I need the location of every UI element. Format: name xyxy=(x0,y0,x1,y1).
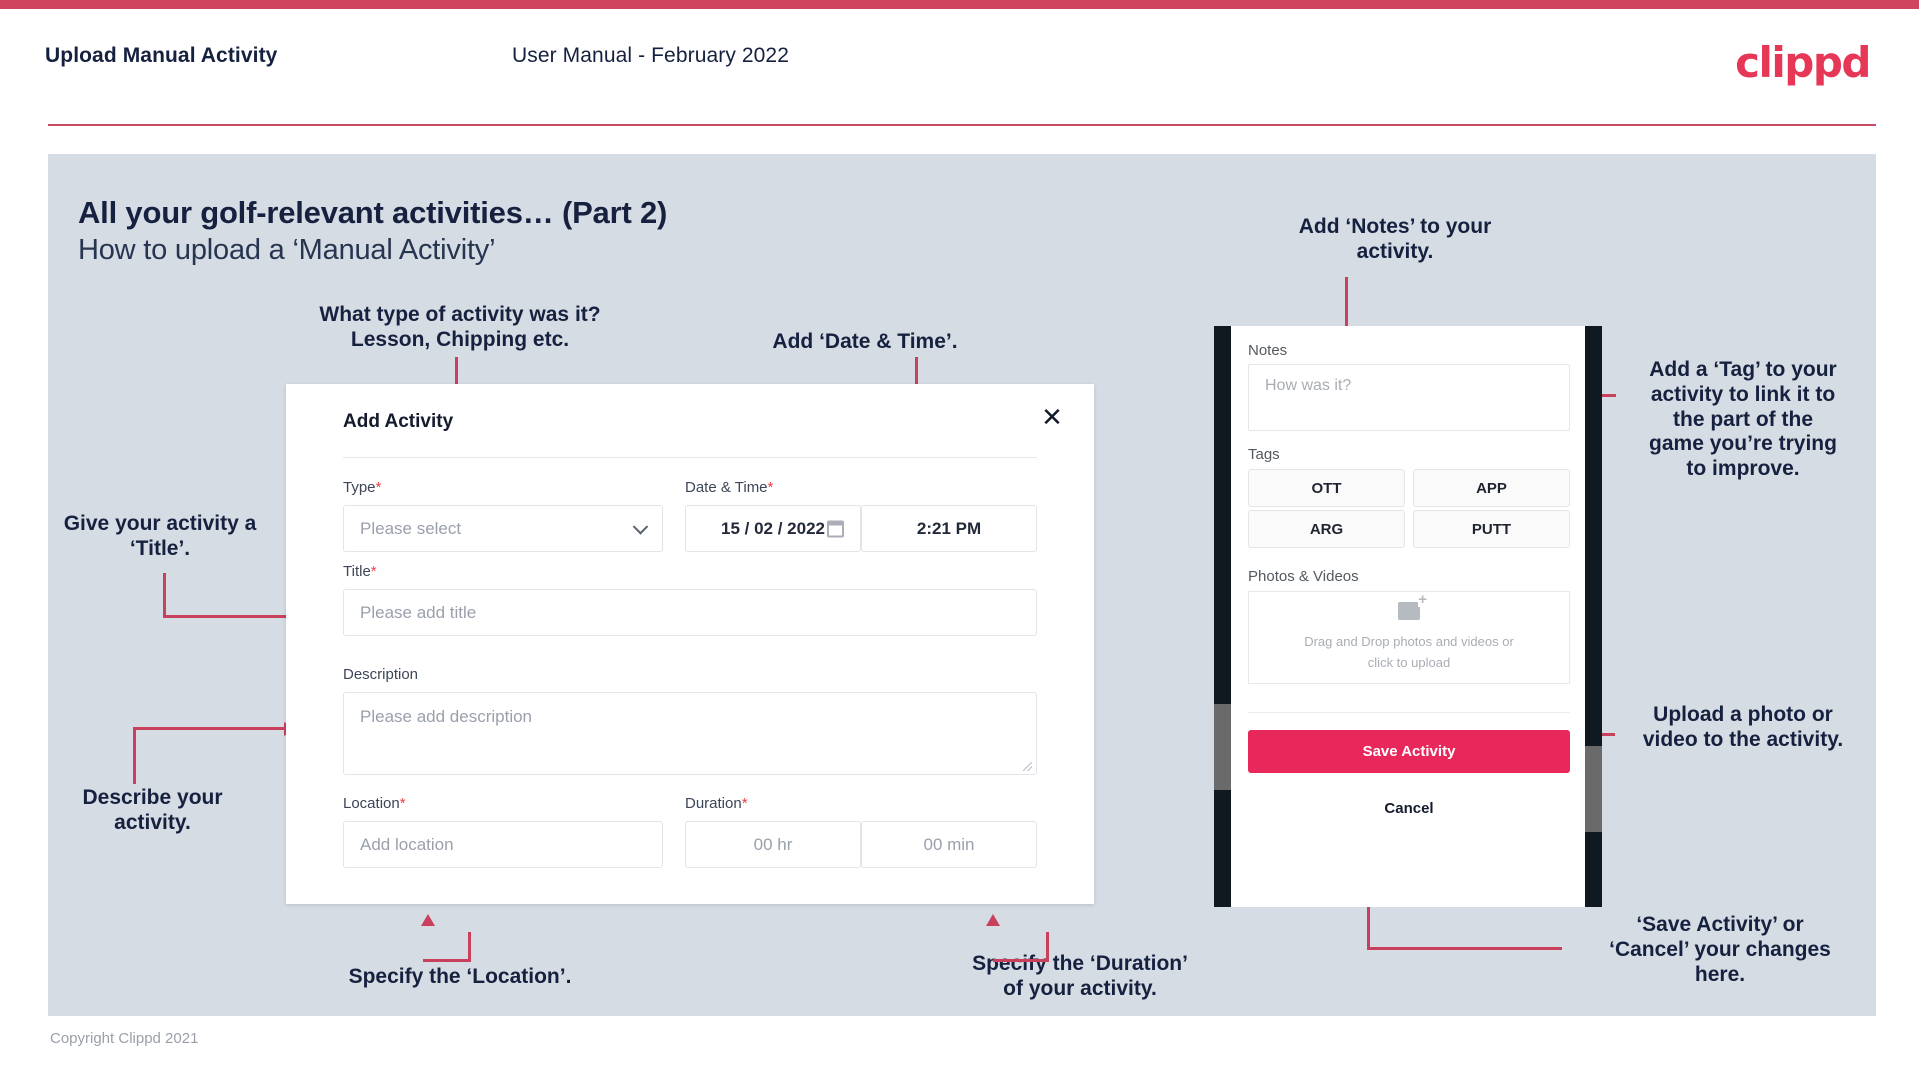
phone-left-edge xyxy=(1214,326,1231,907)
chevron-down-icon xyxy=(632,518,649,535)
annotation-tags: Add a ‘Tag’ to your activity to link it … xyxy=(1649,358,1837,481)
description-label-text: Description xyxy=(343,666,419,683)
slide-subheading: How to upload a ‘Manual Activity’ xyxy=(78,234,496,266)
datetime-label-text: Date & Time xyxy=(685,479,768,496)
tag-button-app[interactable]: APP xyxy=(1413,469,1570,507)
tag-button-arg[interactable]: ARG xyxy=(1248,510,1405,548)
notes-placeholder: How was it? xyxy=(1265,377,1352,394)
image-add-icon xyxy=(1398,592,1428,621)
arrow-desc-seg2 xyxy=(133,727,288,730)
datetime-required: * xyxy=(767,479,774,496)
dialog-title: Add Activity xyxy=(343,411,454,432)
duration-minutes-input[interactable]: 00 min xyxy=(861,821,1037,868)
annotation-upload: Upload a photo or video to the activity. xyxy=(1642,703,1844,751)
phone-mockup: Notes How was it? Tags OTT APP ARG PUTT … xyxy=(1214,326,1602,907)
clippd-logo: clippd xyxy=(1735,38,1871,87)
cancel-button[interactable]: Cancel xyxy=(1248,790,1570,826)
description-label: Description xyxy=(343,666,418,683)
type-required: * xyxy=(375,479,382,496)
tags-label: Tags xyxy=(1248,446,1280,463)
duration-label: Duration* xyxy=(685,795,748,812)
location-label: Location* xyxy=(343,795,406,812)
annotation-duration: Specify the ‘Duration’ of your activity. xyxy=(972,952,1188,1000)
arrow-desc-seg1 xyxy=(133,727,136,784)
duration-label-text: Duration xyxy=(685,795,742,812)
annotation-save: ‘Save Activity’ or ‘Cancel’ your changes… xyxy=(1609,913,1831,986)
footer-copyright: Copyright Clippd 2021 xyxy=(50,1030,199,1047)
phone-power-button xyxy=(1585,746,1602,832)
arrow-title-seg1 xyxy=(163,573,166,618)
annotation-notes: Add ‘Notes’ to your activity. xyxy=(1298,215,1492,263)
tag-button-putt[interactable]: PUTT xyxy=(1413,510,1570,548)
calendar-icon[interactable] xyxy=(827,520,844,537)
tag-button-ott[interactable]: OTT xyxy=(1248,469,1405,507)
arrow-location-seg1 xyxy=(468,932,471,962)
time-input[interactable]: 2:21 PM xyxy=(861,505,1037,552)
location-required: * xyxy=(399,795,406,812)
title-required: * xyxy=(370,563,377,580)
annotation-location: Specify the ‘Location’. xyxy=(348,965,572,988)
arrow-save-seg2 xyxy=(1367,947,1562,950)
title-input[interactable]: Please add title xyxy=(343,589,1037,636)
description-placeholder: Please add description xyxy=(360,707,533,726)
description-textarea[interactable]: Please add description xyxy=(343,692,1037,775)
photo-dropzone[interactable]: Drag and Drop photos and videos or click… xyxy=(1248,591,1570,684)
phone-divider xyxy=(1248,712,1570,713)
date-value: 15 / 02 / 2022 xyxy=(721,518,825,538)
notes-input[interactable]: How was it? xyxy=(1248,364,1570,431)
annotation-title: Give your activity a ‘Title’. xyxy=(63,512,257,560)
page-subtitle: User Manual - February 2022 xyxy=(512,44,789,67)
arrow-duration-head xyxy=(986,914,1000,926)
location-placeholder: Add location xyxy=(360,834,454,854)
slide-page: Upload Manual Activity User Manual - Feb… xyxy=(0,0,1919,1079)
location-input[interactable]: Add location xyxy=(343,821,663,868)
header-divider xyxy=(48,124,1876,126)
arrow-title-seg2 xyxy=(163,615,290,618)
arrow-location-head xyxy=(421,914,435,926)
top-accent-bar xyxy=(0,0,1919,9)
date-input[interactable]: 15 / 02 / 2022 xyxy=(685,505,861,552)
duration-required: * xyxy=(741,795,748,812)
type-label-text: Type xyxy=(343,479,376,496)
duration-hours-input[interactable]: 00 hr xyxy=(685,821,861,868)
arrow-location-seg2 xyxy=(423,959,471,962)
arrow-duration-seg1 xyxy=(1046,932,1049,962)
type-placeholder: Please select xyxy=(360,518,462,538)
page-title: Upload Manual Activity xyxy=(45,44,278,67)
type-label: Type* xyxy=(343,479,381,496)
photos-label: Photos & Videos xyxy=(1248,568,1359,585)
notes-label: Notes xyxy=(1248,342,1288,359)
time-value: 2:21 PM xyxy=(916,518,982,538)
annotation-datetime: Add ‘Date & Time’. xyxy=(772,330,958,353)
close-icon[interactable]: ✕ xyxy=(1037,402,1067,432)
save-activity-button[interactable]: Save Activity xyxy=(1248,730,1570,773)
annotation-description: Describe your activity. xyxy=(82,786,223,834)
duration-minutes-value: 00 min xyxy=(923,834,975,854)
phone-screen: Notes How was it? Tags OTT APP ARG PUTT … xyxy=(1231,326,1585,907)
slide-heading: All your golf-relevant activities… (Part… xyxy=(78,195,668,230)
datetime-label: Date & Time* xyxy=(685,479,773,496)
title-placeholder: Please add title xyxy=(360,602,477,622)
location-label-text: Location xyxy=(343,795,400,812)
arrow-duration-seg2 xyxy=(993,959,1049,962)
duration-hours-value: 00 hr xyxy=(753,834,793,854)
title-label: Title* xyxy=(343,563,377,580)
add-activity-dialog: Add Activity ✕ Type* Please select Date … xyxy=(286,384,1094,904)
dropzone-text: Drag and Drop photos and videos or click… xyxy=(1304,634,1514,670)
title-label-text: Title xyxy=(343,563,371,580)
type-select[interactable]: Please select xyxy=(343,505,663,552)
resize-handle-icon[interactable] xyxy=(1023,762,1032,771)
dialog-divider xyxy=(343,457,1037,458)
annotation-type: What type of activity was it? Lesson, Ch… xyxy=(319,303,601,351)
phone-volume-button-left xyxy=(1214,704,1231,790)
